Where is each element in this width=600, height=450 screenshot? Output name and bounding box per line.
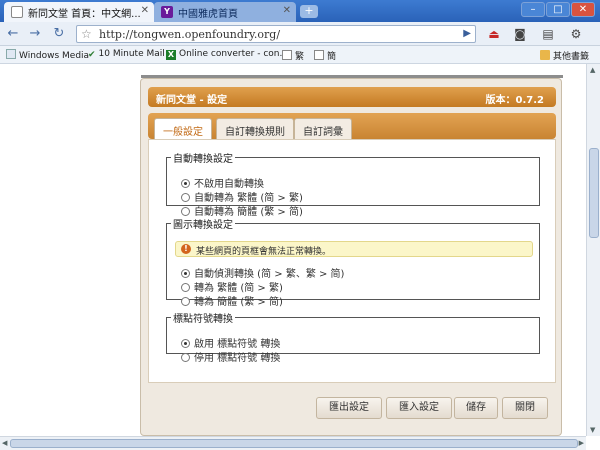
tab-custom-rules[interactable]: 自訂轉換規則: [216, 118, 294, 139]
forward-arrow-icon[interactable]: →: [26, 26, 44, 42]
bookmark-label: 10 Minute Mail: [98, 49, 165, 59]
scroll-thumb[interactable]: [589, 148, 599, 238]
radio-option[interactable]: 不啟用自動轉換: [181, 175, 264, 190]
browser-tab-active[interactable]: 新同文堂 首頁：中文網... ✕: [4, 2, 154, 22]
tab-close-icon[interactable]: ✕: [141, 5, 149, 16]
bookmark-item[interactable]: 繁: [282, 49, 304, 62]
browser-tab-yahoo[interactable]: Y 中國雅虎首頁 ✕: [154, 2, 296, 22]
address-url[interactable]: http://tongwen.openfoundry.org/: [99, 28, 280, 41]
radio-icon[interactable]: [181, 297, 190, 306]
dialog-title: 新同文堂 - 設定: [156, 95, 228, 106]
radio-option[interactable]: 啟用 標點符號 轉換: [181, 335, 280, 350]
camera-icon[interactable]: ◙: [512, 26, 528, 42]
tab-custom-words[interactable]: 自訂詞彙: [294, 118, 352, 139]
radio-option[interactable]: 自動偵測轉換 (简 > 繁、繁 > 简): [181, 265, 344, 280]
other-bookmarks[interactable]: 其他書籤: [540, 49, 589, 62]
browser-tab-title: 新同文堂 首頁：中文網...: [28, 9, 141, 20]
radio-checked-icon[interactable]: [181, 269, 190, 278]
save-button[interactable]: 儲存: [454, 397, 498, 419]
wrench-icon[interactable]: ⚙: [568, 26, 584, 42]
folder-icon: [540, 50, 550, 60]
warning-icon: !: [181, 244, 191, 254]
group-legend: 標點符號轉換: [173, 314, 233, 325]
export-settings-button[interactable]: 匯出設定: [316, 397, 382, 419]
radio-option[interactable]: 轉為 繁體 (简 > 繁): [181, 279, 283, 294]
bookmark-item[interactable]: X Online converter - con...: [166, 49, 288, 60]
mail-icon: ✔: [88, 50, 96, 60]
go-arrow-icon[interactable]: ▶: [463, 28, 471, 39]
radio-option[interactable]: 自動轉為 繁體 (简 > 繁): [181, 189, 303, 204]
browser-tab-title: 中國雅虎首頁: [178, 9, 238, 20]
settings-tabbar: 一般設定 自訂轉換規則 自訂詞彙: [148, 113, 556, 139]
new-tab-button[interactable]: +: [300, 5, 318, 18]
option-label: 轉為 簡體 (繁 > 简): [194, 297, 283, 308]
address-bar[interactable]: ☆ http://tongwen.openfoundry.org/ ▶: [76, 25, 476, 43]
other-bookmarks-label: 其他書籤: [553, 52, 590, 62]
radio-checked-icon[interactable]: [181, 179, 190, 188]
warning-text: 某些網頁的頁框會無法正常轉換。: [196, 247, 332, 257]
punctuation-group: 標點符號轉換 啟用 標點符號 轉換 停用 標點符號 轉換: [166, 310, 540, 364]
close-button[interactable]: 關閉: [502, 397, 548, 419]
bookmarks-bar: Windows Media ✔ 10 Minute Mail X Online co…: [0, 46, 600, 64]
yahoo-favicon-icon: Y: [161, 6, 173, 18]
icon-convert-group: 圖示轉換設定 ! 某些網頁的頁框會無法正常轉換。 自動偵測轉換 (简 > 繁、繁…: [166, 216, 540, 308]
bookmark-label: Windows Media: [19, 51, 90, 61]
radio-option[interactable]: 轉為 簡體 (繁 > 简): [181, 293, 283, 308]
page-icon: [282, 50, 292, 60]
option-label: 停用 標點符號 轉換: [194, 353, 281, 364]
scroll-up-icon[interactable]: ▲: [590, 66, 595, 74]
divider: [141, 75, 563, 78]
converter-icon: X: [166, 50, 176, 60]
pdf-icon[interactable]: ⏏: [486, 26, 502, 42]
vertical-scrollbar[interactable]: ▲ ▼: [586, 64, 600, 436]
media-icon: [6, 49, 16, 59]
close-window-icon[interactable]: ✕: [571, 2, 595, 17]
auto-convert-group: 自動轉換設定 不啟用自動轉換 自動轉為 繁體 (简 > 繁) 自動轉為 簡體 (…: [166, 150, 540, 218]
tab-general[interactable]: 一般設定: [154, 118, 212, 139]
bookmark-item[interactable]: ✔ 10 Minute Mail: [88, 49, 165, 60]
radio-icon[interactable]: [181, 207, 190, 216]
scroll-right-icon[interactable]: ▶: [579, 439, 584, 447]
tab-close-icon[interactable]: ✕: [283, 5, 291, 16]
reload-icon[interactable]: ↻: [50, 26, 68, 42]
bookmark-star-icon[interactable]: ☆: [81, 27, 92, 41]
radio-icon[interactable]: [181, 353, 190, 362]
bookmark-label: 簡: [327, 52, 337, 62]
page-icon: [314, 50, 324, 60]
browser-tab-strip: 新同文堂 首頁：中文網... ✕ Y 中國雅虎首頁 ✕ + – □ ✕: [0, 0, 600, 22]
scroll-down-icon[interactable]: ▼: [590, 426, 595, 434]
bookmark-label: 繁: [295, 52, 305, 62]
page-favicon-icon: [11, 6, 23, 18]
back-arrow-icon[interactable]: ←: [4, 26, 22, 42]
settings-panel: 自動轉換設定 不啟用自動轉換 自動轉為 繁體 (简 > 繁) 自動轉為 簡體 (…: [148, 139, 556, 383]
page-menu-icon[interactable]: ▤: [540, 26, 556, 42]
bookmark-item[interactable]: Windows Media: [6, 49, 89, 61]
radio-option[interactable]: 停用 標點符號 轉換: [181, 349, 280, 364]
dialog-header: 新同文堂 - 設定 版本：0.7.2: [148, 87, 556, 107]
page-content: 新同文堂 - 設定 版本：0.7.2 一般設定 自訂轉換規則 自訂詞彙 自動轉換…: [0, 64, 600, 450]
bookmark-label: Online converter - con...: [179, 49, 289, 59]
maximize-icon[interactable]: □: [546, 2, 570, 17]
radio-icon[interactable]: [181, 283, 190, 292]
minimize-icon[interactable]: –: [521, 2, 545, 17]
scroll-thumb[interactable]: [10, 439, 578, 448]
settings-dialog: 新同文堂 - 設定 版本：0.7.2 一般設定 自訂轉換規則 自訂詞彙 自動轉換…: [140, 75, 563, 436]
bookmark-item[interactable]: 簡: [314, 49, 336, 62]
version-label: 版本：0.7.2: [485, 95, 544, 106]
dialog-buttons: 匯出設定 匯入設定 儲存 關閉: [141, 397, 563, 419]
warning-banner: ! 某些網頁的頁框會無法正常轉換。: [175, 241, 533, 257]
horizontal-scrollbar[interactable]: ◀ ▶: [0, 436, 586, 450]
scroll-left-icon[interactable]: ◀: [2, 439, 7, 447]
group-legend: 自動轉換設定: [173, 154, 233, 165]
import-settings-button[interactable]: 匯入設定: [386, 397, 452, 419]
browser-toolbar: ← → ↻ ☆ http://tongwen.openfoundry.org/ …: [0, 22, 600, 46]
radio-checked-icon[interactable]: [181, 339, 190, 348]
radio-icon[interactable]: [181, 193, 190, 202]
group-legend: 圖示轉換設定: [173, 220, 233, 231]
